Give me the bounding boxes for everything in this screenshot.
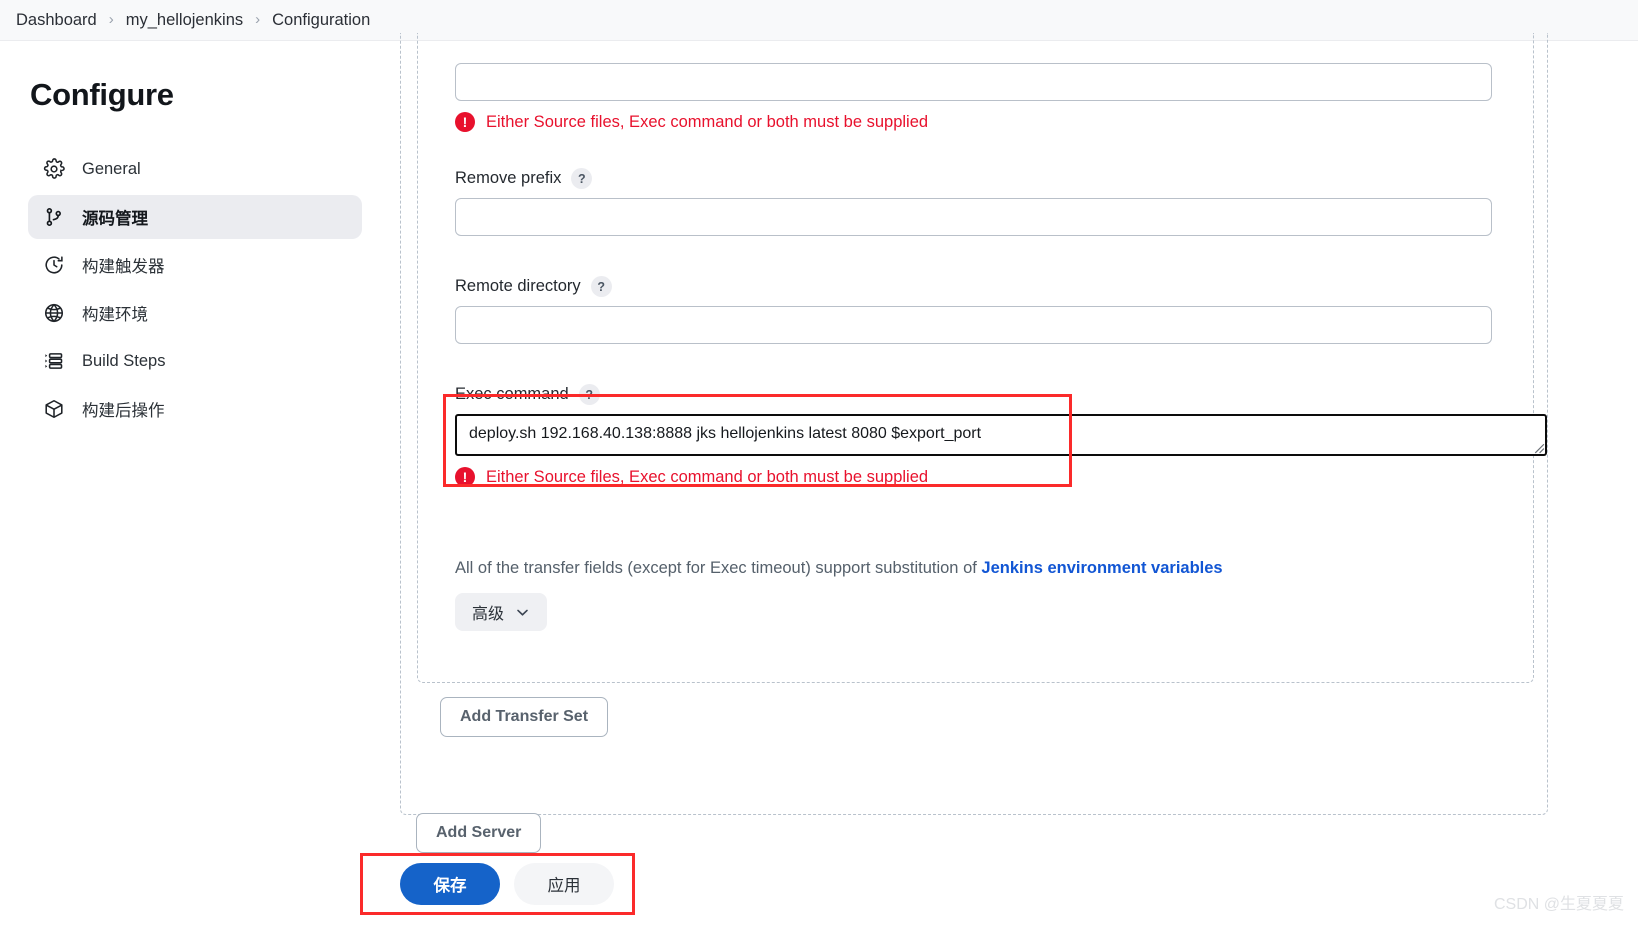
label-text: Exec command — [455, 385, 569, 403]
sidebar-item-general[interactable]: General — [28, 147, 362, 191]
breadcrumb-item-job[interactable]: my_hellojenkins — [126, 11, 243, 30]
sidebar-item-build-triggers[interactable]: 构建触发器 — [28, 243, 362, 287]
help-icon[interactable]: ? — [578, 384, 600, 405]
exec-command-input-wrap — [455, 414, 1547, 456]
label-text: Remove prefix — [455, 169, 562, 187]
form-footer-actions: 保存 应用 — [400, 863, 614, 905]
sidebar-nav: General 源码管理 构建触发器 构建环境 Build Steps 构建后操… — [28, 147, 362, 431]
source-files-input[interactable] — [455, 63, 1492, 101]
error-icon: ! — [455, 112, 475, 132]
sidebar-item-source-code-management[interactable]: 源码管理 — [28, 195, 362, 239]
label-text: Remote directory — [455, 277, 581, 295]
breadcrumb-item-configuration[interactable]: Configuration — [272, 11, 370, 30]
add-transfer-set-button[interactable]: Add Transfer Set — [440, 697, 609, 737]
sidebar-item-label: General — [82, 159, 141, 178]
sidebar-item-label: 构建环境 — [82, 306, 148, 324]
source-files-error: ! Either Source files, Exec command or b… — [455, 112, 1492, 132]
sidebar-item-label: Build Steps — [82, 351, 166, 370]
exec-command-label: Exec command ? — [455, 384, 1555, 405]
page-body: Configure General 源码管理 构建触发器 构建环境 Build … — [0, 33, 1638, 926]
exec-command-error: ! Either Source files, Exec command or b… — [455, 467, 1555, 487]
configuration-form: ! Either Source files, Exec command or b… — [360, 33, 1638, 926]
remote-directory-field: Remote directory ? — [455, 276, 1492, 344]
exec-command-textarea[interactable] — [455, 414, 1547, 456]
breadcrumb-separator-icon: › — [108, 10, 114, 28]
help-icon[interactable]: ? — [590, 276, 612, 297]
substitution-note-text: All of the transfer fields (except for E… — [455, 559, 982, 577]
add-server-button[interactable]: Add Server — [416, 813, 542, 853]
sidebar-item-label: 构建后操作 — [82, 402, 165, 420]
remote-directory-input[interactable] — [455, 306, 1492, 344]
error-text: Either Source files, Exec command or bot… — [486, 467, 929, 486]
remove-prefix-label: Remove prefix ? — [455, 168, 1492, 189]
remove-prefix-input[interactable] — [455, 198, 1492, 236]
source-files-field: ! Either Source files, Exec command or b… — [455, 63, 1492, 132]
page-title: Configure — [30, 77, 174, 112]
chevron-down-icon — [517, 609, 528, 616]
advanced-button[interactable]: 高级 — [455, 593, 548, 631]
breadcrumb-item-dashboard[interactable]: Dashboard — [16, 11, 97, 30]
package-icon — [42, 397, 66, 421]
branch-icon — [42, 205, 66, 229]
gear-icon — [42, 157, 66, 181]
list-icon — [42, 349, 66, 373]
sidebar-item-build-environment[interactable]: 构建环境 — [28, 291, 362, 335]
remove-prefix-field: Remove prefix ? — [455, 168, 1492, 236]
advanced-button-label: 高级 — [472, 606, 505, 623]
sidebar-item-label: 源码管理 — [82, 210, 148, 228]
jenkins-environment-variables-link[interactable]: Jenkins environment variables — [981, 559, 1222, 577]
globe-icon — [42, 301, 66, 325]
sidebar-item-build-steps[interactable]: Build Steps — [28, 339, 362, 383]
sidebar-item-label: 构建触发器 — [82, 258, 165, 276]
error-text: Either Source files, Exec command or bot… — [486, 112, 929, 131]
sidebar-item-post-build-actions[interactable]: 构建后操作 — [28, 387, 362, 431]
substitution-note: All of the transfer fields (except for E… — [455, 559, 1223, 578]
save-button[interactable]: 保存 — [400, 863, 500, 905]
help-icon[interactable]: ? — [571, 168, 593, 189]
watermark: CSDN @生夏夏夏 — [1493, 896, 1624, 913]
apply-button[interactable]: 应用 — [514, 863, 614, 905]
remote-directory-label: Remote directory ? — [455, 276, 1492, 297]
exec-command-field: Exec command ? ! Either Source files, Ex… — [455, 384, 1555, 487]
configure-sidebar: Configure General 源码管理 构建触发器 构建环境 Build … — [0, 41, 380, 431]
breadcrumb-separator-icon: › — [255, 10, 261, 28]
clock-icon — [42, 253, 66, 277]
error-icon: ! — [455, 467, 475, 487]
